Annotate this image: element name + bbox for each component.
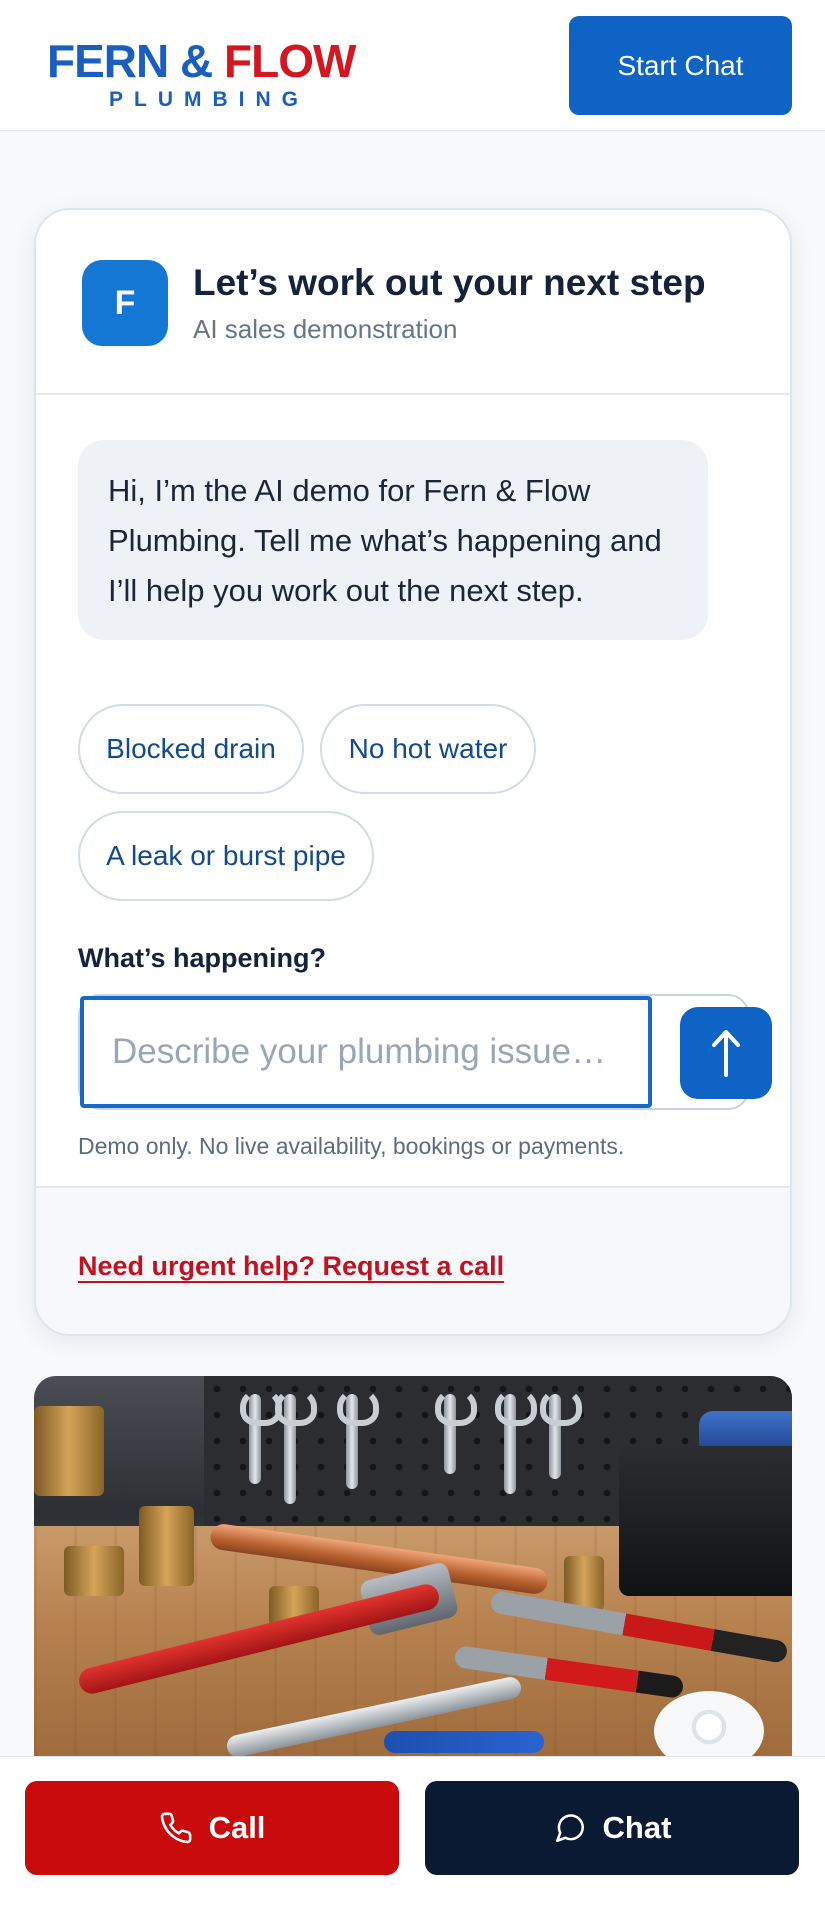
bot-message-bubble: Hi, I’m the AI demo for Fern & Flow Plum… bbox=[78, 440, 708, 640]
request-call-link[interactable]: Need urgent help? Request a call bbox=[78, 1251, 504, 1282]
pliers bbox=[384, 1731, 544, 1753]
send-button[interactable] bbox=[680, 1007, 772, 1099]
assistant-avatar: F bbox=[82, 260, 168, 346]
start-chat-button[interactable]: Start Chat bbox=[569, 16, 792, 115]
arrow-up-icon bbox=[712, 1030, 740, 1077]
quick-reply-no-hot-water[interactable]: No hot water bbox=[320, 704, 536, 794]
brass-fitting bbox=[139, 1506, 194, 1586]
logo-wordmark: FERN & FLOW bbox=[47, 38, 367, 84]
hanging-spanner bbox=[337, 1388, 379, 1489]
hanging-spanner bbox=[495, 1388, 537, 1494]
bottom-action-bar: Call Chat bbox=[0, 1756, 825, 1906]
chat-card-footer: Need urgent help? Request a call bbox=[36, 1186, 790, 1334]
hanging-spanner bbox=[435, 1388, 477, 1474]
ptfe-tape bbox=[654, 1691, 764, 1766]
logo-subtitle: PLUMBING bbox=[109, 88, 309, 111]
chat-button[interactable]: Chat bbox=[425, 1781, 799, 1875]
chat-card-header: F Let’s work out your next step AI sales… bbox=[36, 210, 790, 395]
call-button[interactable]: Call bbox=[25, 1781, 399, 1875]
chat-card-subtitle: AI sales demonstration bbox=[193, 314, 458, 344]
quick-reply-leak-burst-pipe[interactable]: A leak or burst pipe bbox=[78, 811, 374, 901]
brand-logo[interactable]: FERN & FLOW PLUMBING bbox=[47, 38, 367, 112]
hanging-spanner bbox=[275, 1388, 317, 1504]
chat-card: F Let’s work out your next step AI sales… bbox=[34, 208, 792, 1336]
plumbing-tools-image bbox=[34, 1376, 792, 1766]
hanging-spanner bbox=[540, 1388, 582, 1479]
chat-bubble-icon bbox=[555, 1814, 584, 1843]
chat-button-label: Chat bbox=[602, 1810, 672, 1845]
site-header: FERN & FLOW PLUMBING Start Chat bbox=[0, 0, 825, 131]
page: FERN & FLOW PLUMBING Start Chat F Let’s … bbox=[0, 0, 825, 1906]
hanging-spanner bbox=[240, 1388, 282, 1484]
call-button-label: Call bbox=[208, 1810, 266, 1845]
issue-input[interactable] bbox=[80, 996, 652, 1108]
logo-flow: FLOW bbox=[224, 35, 356, 87]
quick-reply-blocked-drain[interactable]: Blocked drain bbox=[78, 704, 304, 794]
logo-ampersand: & bbox=[180, 35, 213, 87]
brass-fitting bbox=[64, 1546, 124, 1596]
phone-icon bbox=[160, 1812, 192, 1844]
chat-card-title: Let’s work out your next step bbox=[193, 262, 706, 303]
message-composer bbox=[78, 994, 772, 1110]
issue-input-label: What’s happening? bbox=[78, 943, 326, 973]
toolbox bbox=[619, 1446, 792, 1596]
brass-fitting bbox=[34, 1406, 104, 1496]
demo-disclaimer: Demo only. No live availability, booking… bbox=[78, 1133, 625, 1159]
logo-fern: FERN bbox=[47, 35, 169, 87]
